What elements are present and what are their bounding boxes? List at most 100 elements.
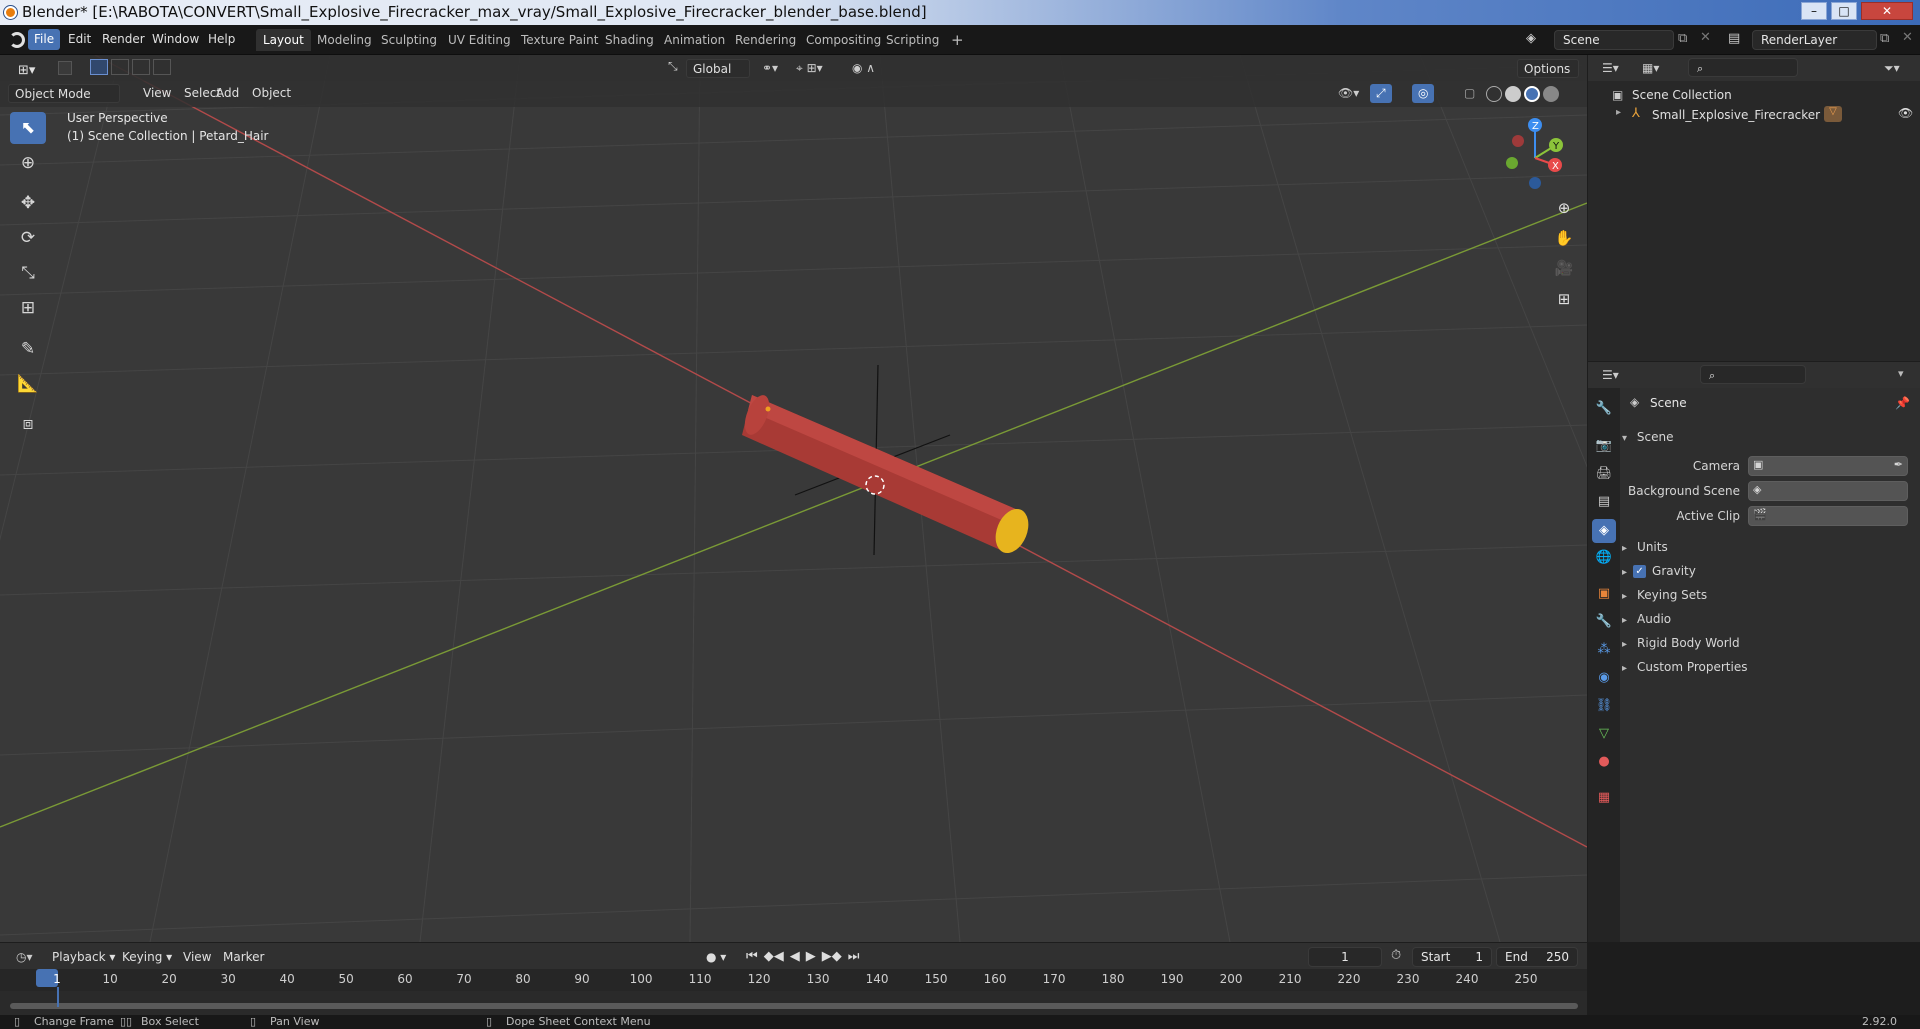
new-scene-icon[interactable]: ⧉	[1678, 31, 1687, 46]
output-tab-icon[interactable]: 🖨	[1592, 462, 1616, 486]
xray-icon[interactable]: ▢	[1458, 84, 1481, 103]
eyedropper-icon[interactable]: ✒	[1894, 458, 1903, 471]
delete-view-layer-icon[interactable]: ✕	[1902, 30, 1913, 45]
gizmo-toggle-icon[interactable]: ⤢	[1370, 84, 1392, 103]
visibility-icon[interactable]: 👁▾	[1332, 84, 1365, 103]
add-workspace-button[interactable]: +	[944, 29, 971, 51]
camera-view-icon[interactable]: 🎥	[1550, 254, 1578, 282]
select-box-icon[interactable]	[90, 59, 108, 75]
menu-render[interactable]: Render	[96, 29, 151, 50]
tab-shading[interactable]: Shading	[598, 29, 661, 51]
stopwatch-icon[interactable]: ⏱	[1391, 948, 1401, 963]
object-tab-icon[interactable]: ▣	[1592, 582, 1616, 606]
outliner-item-firecracker[interactable]: Small_Explosive_Firecracker	[1652, 108, 1820, 122]
minimize-button[interactable]: –	[1801, 2, 1827, 20]
cursor-tool-icon[interactable]: ⊕	[10, 147, 46, 179]
select-mode-icon[interactable]	[58, 61, 72, 75]
view-layer-selector[interactable]: RenderLayer	[1752, 30, 1877, 50]
filter-icon[interactable]: ⏷▾	[1878, 59, 1906, 78]
tab-layout[interactable]: Layout	[256, 29, 311, 51]
camera-field[interactable]: ▣ ✒	[1748, 456, 1908, 476]
wireframe-shading-icon[interactable]	[1486, 86, 1502, 102]
render-tab-icon[interactable]: 📷	[1592, 434, 1616, 458]
timeline-menu-marker[interactable]: Marker	[217, 948, 270, 967]
pin-icon[interactable]: 📌	[1895, 396, 1910, 410]
play-icon[interactable]: ▶	[806, 949, 816, 964]
outliner-search-input[interactable]: ⌕	[1688, 58, 1798, 77]
tab-compositing[interactable]: Compositing	[799, 29, 888, 51]
constraints-tab-icon[interactable]: ⛓	[1592, 694, 1616, 718]
view-layer-tab-icon[interactable]: ▤	[1592, 490, 1616, 514]
audio-panel-header[interactable]: ▸ Audio	[1622, 608, 1671, 630]
select-subtract-icon[interactable]	[132, 59, 150, 75]
modifier-tab-icon[interactable]: 🔧	[1592, 610, 1616, 634]
expand-chevron-icon[interactable]: ▸	[1616, 107, 1621, 118]
proportional-edit-icon[interactable]: ◉ ∧	[846, 59, 881, 78]
material-tab-icon[interactable]: ●	[1592, 750, 1616, 774]
transform-orientation-dropdown[interactable]: Global	[686, 59, 750, 78]
close-button[interactable]: ✕	[1861, 2, 1913, 20]
new-view-layer-icon[interactable]: ⧉	[1880, 31, 1889, 46]
prev-keyframe-icon[interactable]: ◆◀	[764, 949, 784, 964]
menu-help[interactable]: Help	[202, 29, 241, 50]
gravity-checkbox[interactable]: ✓	[1633, 565, 1647, 578]
timeline-scrollbar[interactable]	[10, 1003, 1578, 1009]
zoom-icon[interactable]: ⊕	[1550, 194, 1578, 222]
world-tab-icon[interactable]: 🌐	[1592, 546, 1616, 570]
scene-collection-label[interactable]: Scene Collection	[1632, 88, 1732, 102]
navigation-gizmo[interactable]: Z Y X	[1500, 113, 1570, 193]
select-extend-icon[interactable]	[111, 59, 129, 75]
timeline-menu-view[interactable]: View	[177, 948, 217, 967]
maximize-button[interactable]: □	[1831, 2, 1857, 20]
scene-panel-header[interactable]: ▾ Scene	[1622, 426, 1673, 448]
rotate-tool-icon[interactable]: ⟳	[10, 222, 46, 254]
select-box-tool-icon[interactable]: ⬉	[10, 112, 46, 144]
perspective-grid-icon[interactable]: ⊞	[1550, 285, 1578, 313]
material-shading-icon[interactable]	[1524, 86, 1540, 102]
editor-type-icon[interactable]: ⊞▾	[12, 61, 41, 80]
object-mode-dropdown[interactable]: Object Mode	[8, 84, 120, 103]
outliner-display-mode-icon[interactable]: ▦▾	[1636, 59, 1665, 78]
next-keyframe-icon[interactable]: ▶◆	[822, 949, 842, 964]
tab-sculpting[interactable]: Sculpting	[374, 29, 444, 51]
select-intersect-icon[interactable]	[153, 59, 171, 75]
record-keyframe-icon[interactable]: ● ▾	[700, 948, 732, 967]
measure-tool-icon[interactable]: 📐	[10, 368, 46, 400]
delete-scene-icon[interactable]: ✕	[1700, 30, 1711, 45]
transform-tool-icon[interactable]: ⊞	[10, 292, 46, 324]
scene-tab-icon[interactable]: ◈	[1592, 519, 1616, 543]
scene-selector[interactable]: Scene	[1554, 30, 1674, 50]
options-dropdown[interactable]: Options	[1517, 59, 1579, 78]
solid-shading-icon[interactable]	[1505, 86, 1521, 102]
overlay-toggle-icon[interactable]: ◎	[1412, 84, 1435, 103]
tab-animation[interactable]: Animation	[657, 29, 732, 51]
menu-window[interactable]: Window	[146, 29, 205, 50]
end-frame-field[interactable]: End 250	[1496, 947, 1578, 967]
outliner-editor-type-icon[interactable]: ☰▾	[1596, 59, 1625, 78]
background-scene-field[interactable]: ◈	[1748, 481, 1908, 501]
texture-tab-icon[interactable]: ▦	[1592, 786, 1616, 810]
tab-rendering[interactable]: Rendering	[728, 29, 803, 51]
snap-icon[interactable]: ⌖ ⊞▾	[790, 59, 829, 78]
visibility-eye-icon[interactable]: 👁	[1898, 106, 1913, 120]
object-data-tab-icon[interactable]: ▽	[1592, 722, 1616, 746]
gravity-panel-header[interactable]: ▸ ✓ Gravity	[1622, 560, 1696, 582]
tab-uv-editing[interactable]: UV Editing	[441, 29, 518, 51]
tab-modeling[interactable]: Modeling	[310, 29, 379, 51]
3d-viewport[interactable]	[0, 55, 1587, 942]
pan-hand-icon[interactable]: ✋	[1550, 224, 1578, 252]
units-panel-header[interactable]: ▸ Units	[1622, 536, 1668, 558]
properties-editor-type-icon[interactable]: ☰▾	[1596, 366, 1625, 385]
viewport-menu-object[interactable]: Object	[246, 84, 297, 103]
active-clip-field[interactable]: 🎬	[1748, 506, 1908, 526]
rigid-body-panel-header[interactable]: ▸ Rigid Body World	[1622, 632, 1740, 654]
annotate-tool-icon[interactable]: ✎	[10, 333, 46, 365]
jump-end-icon[interactable]: ⏭	[848, 949, 860, 964]
tab-scripting[interactable]: Scripting	[879, 29, 946, 51]
scale-tool-icon[interactable]: ⤡	[10, 257, 46, 289]
viewport-menu-add[interactable]: Add	[210, 84, 245, 103]
pivot-icon[interactable]: ⚭▾	[756, 59, 784, 78]
chevron-down-icon[interactable]: ▾	[1898, 367, 1904, 380]
particles-tab-icon[interactable]: ⁂	[1592, 638, 1616, 662]
properties-search-input[interactable]: ⌕	[1700, 365, 1806, 384]
